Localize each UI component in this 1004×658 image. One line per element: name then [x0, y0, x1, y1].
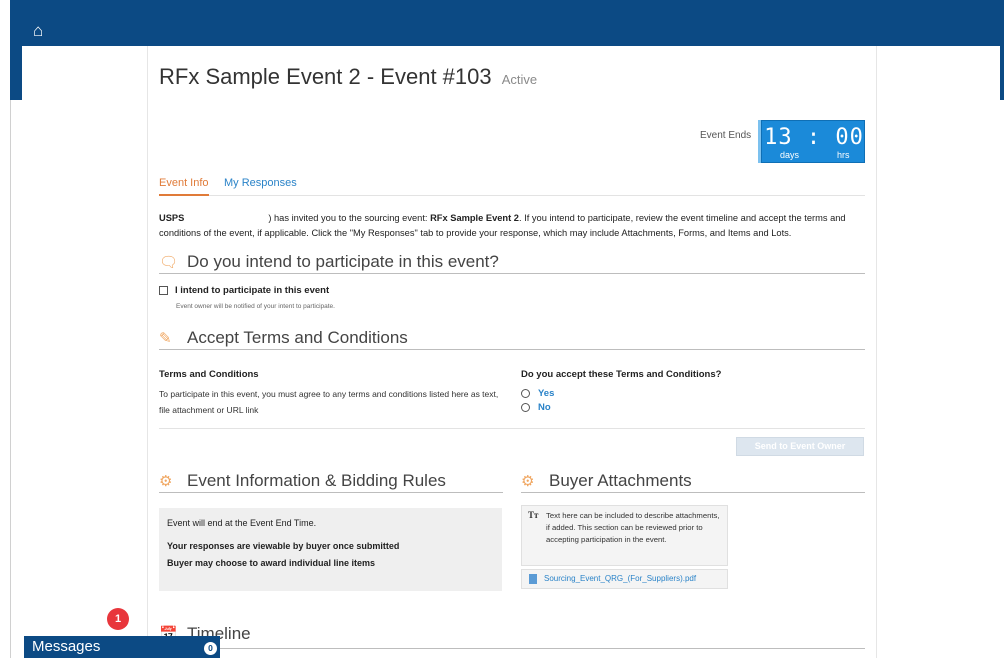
countdown-timer: 13 : 00 days hrs [761, 120, 865, 163]
file-icon [529, 574, 537, 584]
intend-checkbox-label: I intend to participate in this event [175, 285, 330, 296]
gear-icon: ⚙ [521, 473, 535, 490]
timer-value: 13 : 00 [764, 125, 864, 150]
tab-event-info[interactable]: Event Info [159, 177, 209, 196]
messages-label: Messages [32, 638, 101, 655]
attachment-file-link[interactable]: Sourcing_Event_QRG_(For_Suppliers).pdf [521, 569, 728, 589]
tab-my-responses[interactable]: My Responses [224, 177, 297, 189]
rules-line-2: Your responses are viewable by buyer onc… [167, 541, 400, 551]
no-radio[interactable] [521, 402, 530, 412]
no-label: No [538, 402, 551, 413]
page-title: RFx Sample Event 2 - Event #103 Active [159, 64, 537, 90]
terms-yes-option[interactable]: Yes [521, 388, 554, 399]
section-intend: 🗨 Do you intend to participate in this ev… [159, 252, 865, 274]
terms-title: Terms and Conditions [159, 369, 259, 380]
attachment-file-name: Sourcing_Event_QRG_(For_Suppliers).pdf [544, 574, 697, 583]
divider [159, 428, 865, 429]
section-timeline: 📅 Timeline [159, 624, 865, 646]
intend-checkbox-row[interactable]: I intend to participate in this event [159, 285, 329, 296]
attachments-desc-box: Tт Text here can be included to describe… [521, 505, 728, 566]
timer-days-label: days [780, 150, 800, 160]
gear-icon: ⚙ [159, 473, 173, 490]
terms-no-option[interactable]: No [521, 402, 551, 413]
text-format-icon: Tт [528, 510, 539, 520]
intend-note: Event owner will be notified of your int… [176, 303, 335, 310]
section-attachments: ⚙ Buyer Attachments [521, 471, 865, 493]
send-to-event-owner-button[interactable]: Send to Event Owner [736, 437, 864, 456]
chevron-up-icon[interactable]: ⌃ [225, 638, 235, 652]
invitation-text: USPS ) has invited you to the sourcing ev… [159, 211, 865, 241]
rules-line-1: Event will end at the Event End Time. [167, 518, 317, 528]
rules-box: Event will end at the Event End Time. Yo… [159, 508, 502, 591]
org-name: USPS [159, 213, 185, 223]
timer-hrs-label: hrs [837, 150, 850, 160]
yes-label: Yes [538, 388, 555, 399]
status-badge: Active [501, 72, 538, 87]
event-ends-label: Event Ends [700, 130, 752, 141]
intend-heading: Do you intend to participate in this eve… [187, 252, 499, 271]
attachments-desc: Text here can be included to describe at… [546, 511, 720, 544]
section-rules: ⚙ Event Information & Bidding Rules [159, 471, 503, 493]
rules-heading: Event Information & Bidding Rules [187, 471, 446, 490]
section-terms: ✎ Accept Terms and Conditions [159, 328, 865, 350]
notification-badge[interactable]: 1 [107, 608, 129, 630]
rules-line-3: Buyer may choose to award individual lin… [167, 558, 376, 568]
yes-radio[interactable] [521, 388, 530, 398]
messages-bar[interactable]: Messages 0 ⌃ [24, 636, 235, 658]
invite-text-a: ) has invited you to the sourcing event: [268, 213, 431, 223]
intend-checkbox[interactable] [159, 285, 168, 295]
invite-event-name: RFx Sample Event 2 [430, 213, 519, 223]
terms-question: Do you accept these Terms and Conditions… [521, 369, 722, 380]
terms-desc: To participate in this event, you must a… [159, 389, 499, 415]
home-icon[interactable]: ⌂ [33, 22, 51, 40]
comment-icon: 🗨 [159, 254, 179, 271]
attachments-heading: Buyer Attachments [549, 471, 692, 490]
event-title: RFx Sample Event 2 - Event #103 [159, 64, 492, 89]
messages-count: 0 [204, 642, 217, 655]
event-tabs: Event Info My Responses [159, 177, 865, 196]
timeline-divider [159, 648, 865, 649]
terms-heading: Accept Terms and Conditions [187, 328, 408, 347]
pen-icon: ✎ [159, 330, 172, 347]
